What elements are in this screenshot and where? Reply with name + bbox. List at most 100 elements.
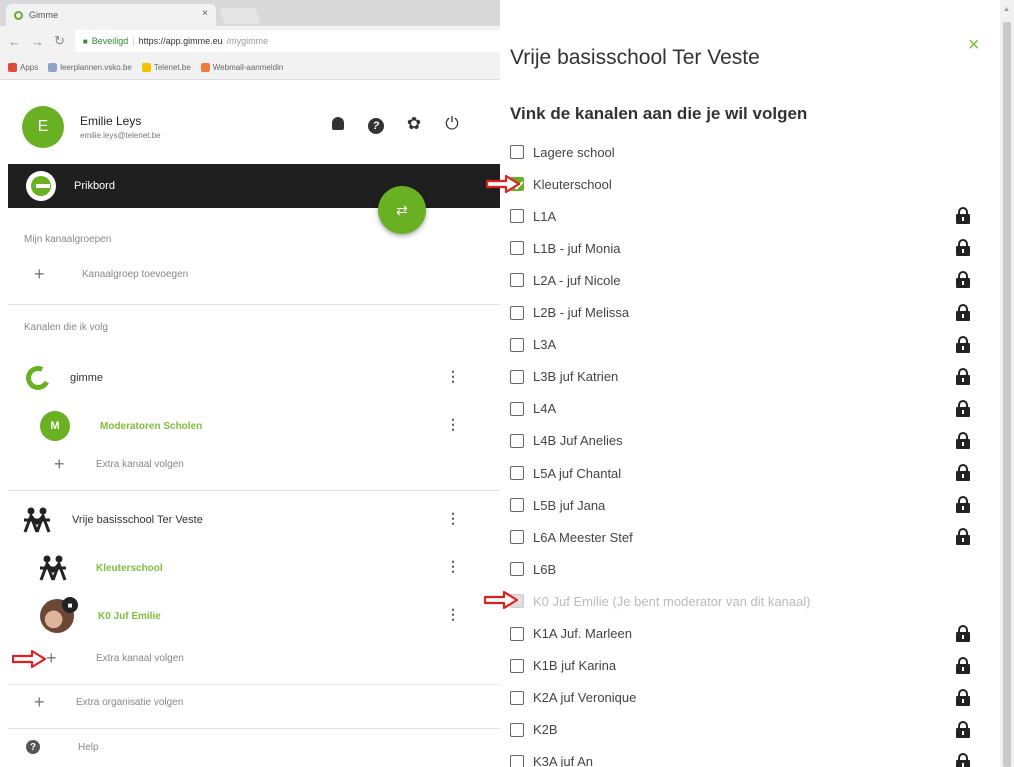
channel-checkbox-row[interactable]: L3A [510, 329, 970, 361]
checkbox[interactable] [510, 273, 524, 288]
help-link[interactable]: ? Help [26, 740, 99, 754]
padlock-icon [956, 656, 970, 674]
back-arrow-icon[interactable]: ← [8, 34, 21, 49]
red-arrow-icon [486, 175, 520, 193]
user-avatar[interactable]: E [22, 106, 64, 148]
checkbox[interactable] [510, 626, 524, 641]
extra-organisation-button[interactable]: + Extra organisatie volgen [34, 692, 183, 713]
followed-heading: Kanalen die ik volg [24, 322, 108, 333]
address-bar[interactable]: ■ Beveiligd | https://app.gimme.eu/mygim… [74, 30, 500, 52]
switch-fab-button[interactable]: ⇄ [378, 186, 426, 234]
channel-checkbox-row[interactable]: L4B Juf Anelies [510, 425, 970, 457]
channel-checkbox-row[interactable]: L4A [510, 393, 970, 425]
checkbox[interactable] [510, 305, 524, 320]
plus-icon: + [34, 264, 45, 284]
checkbox[interactable] [510, 562, 524, 577]
padlock-icon [956, 752, 970, 767]
more-options-icon[interactable]: ⋮ [446, 510, 460, 527]
extra-organisation-label: Extra organisatie volgen [76, 697, 184, 708]
more-options-icon[interactable]: ⋮ [446, 558, 460, 575]
url-path: /mygimme [226, 36, 269, 46]
channel-checkbox-row[interactable]: Kleuterschool [510, 168, 970, 200]
org-row-gimme[interactable]: gimme ⋮ [8, 358, 478, 398]
extra-channel-button[interactable]: + Extra kanaal volgen [46, 648, 184, 669]
channel-checkbox-row[interactable]: K2B [510, 714, 970, 746]
channel-label: L1A [533, 208, 557, 224]
channel-checkbox-row[interactable]: L5B juf Jana [510, 489, 970, 521]
padlock-icon [956, 239, 970, 257]
plus-icon: + [34, 692, 45, 712]
checkbox[interactable] [510, 690, 524, 705]
more-options-icon[interactable]: ⋮ [446, 368, 460, 385]
channel-checkbox-row[interactable]: L6B [510, 553, 970, 585]
extra-channel-label: Extra kanaal volgen [96, 653, 184, 664]
channel-checkbox-row[interactable]: L1B - juf Monia [510, 232, 970, 264]
channel-row-moderatoren[interactable]: M Moderatoren Scholen ⋮ [8, 406, 478, 446]
scrollbar[interactable]: ▲ [1000, 0, 1014, 767]
dialog-subtitle: Vink de kanalen aan die je wil volgen [510, 104, 808, 123]
checkbox[interactable] [510, 337, 524, 352]
gear-icon[interactable]: ✿ [404, 114, 424, 135]
bookmark-leerplannen[interactable]: leerplannen.vsko.be [48, 63, 132, 72]
more-options-icon[interactable]: ⋮ [446, 606, 460, 623]
forward-arrow-icon[interactable]: → [31, 34, 44, 49]
checkbox[interactable] [510, 401, 524, 416]
channel-checkbox-row[interactable]: L1A [510, 200, 970, 232]
channel-checkbox-row[interactable]: L2A - juf Nicole [510, 264, 970, 296]
channel-checkbox-row[interactable]: L5A juf Chantal [510, 457, 970, 489]
channel-name: Kleuterschool [96, 562, 163, 574]
browser-tab[interactable]: Gimme × [6, 4, 216, 26]
org-name: Vrije basisschool Ter Veste [72, 514, 203, 526]
org-row-ter-veste[interactable]: Vrije basisschool Ter Veste ⋮ [8, 500, 478, 540]
checkbox[interactable] [510, 754, 524, 767]
channel-label: Lagere school [533, 144, 615, 160]
channel-row-k0-juf-emilie[interactable]: ■ K0 Juf Emilie ⋮ [8, 596, 478, 636]
channel-checkbox-row[interactable]: K2A juf Veronique [510, 682, 970, 714]
user-header: E Emilie Leys emilie.leys@telenet.be ? ✿… [8, 102, 488, 152]
bookmarks-bar: Apps leerplannen.vsko.be Telenet.be Webm… [0, 56, 500, 80]
more-options-icon[interactable]: ⋮ [446, 416, 460, 433]
url-host: https://app.gimme.eu [138, 36, 223, 46]
power-icon[interactable]: ⏻ [442, 114, 462, 135]
channel-checkbox-row[interactable]: K1A Juf. Marleen [510, 618, 970, 650]
bookmark-label: leerplannen.vsko.be [60, 63, 132, 72]
checkbox[interactable] [510, 530, 524, 545]
scrollbar-thumb[interactable] [1003, 22, 1011, 767]
checkbox[interactable] [510, 369, 524, 384]
plus-icon: + [54, 454, 65, 474]
bell-icon[interactable] [328, 114, 348, 135]
checkbox[interactable] [510, 722, 524, 737]
reload-icon[interactable]: ↻ [54, 33, 65, 49]
secure-lock-icon: ■ [82, 36, 88, 46]
checkbox[interactable] [510, 241, 524, 256]
channel-label: L4B Juf Anelies [533, 433, 623, 449]
tab-close-icon[interactable]: × [202, 8, 208, 19]
checkbox[interactable] [510, 209, 524, 224]
channel-label: Kleuterschool [533, 176, 612, 192]
new-tab-button[interactable] [219, 8, 261, 24]
add-channelgroup-button[interactable]: + Kanaalgroep toevoegen [34, 264, 188, 285]
channel-checkbox-row[interactable]: Lagere school [510, 136, 970, 168]
checkbox[interactable] [510, 145, 524, 159]
close-icon[interactable]: × [968, 34, 980, 57]
channel-checkbox-row[interactable]: L3B juf Katrien [510, 361, 970, 393]
scroll-up-icon[interactable]: ▲ [1003, 6, 1010, 13]
bookmark-apps[interactable]: Apps [8, 63, 38, 72]
extra-channel-button[interactable]: + Extra kanaal volgen [54, 454, 184, 475]
bookmark-telenet[interactable]: Telenet.be [141, 63, 191, 72]
checkbox[interactable] [510, 466, 524, 480]
prikbord-item[interactable]: Prikbord [8, 164, 500, 208]
gimme-logo-icon [26, 171, 56, 201]
channel-checkbox-row[interactable]: K1B juf Karina [510, 650, 970, 682]
bookmark-webmail[interactable]: Webmail-aanmeldin [200, 63, 283, 72]
channel-row-kleuterschool[interactable]: Kleuterschool ⋮ [8, 548, 478, 588]
help-icon[interactable]: ? [366, 114, 386, 135]
browser-tabstrip: Gimme × [0, 0, 500, 26]
channel-checkbox-row[interactable]: L6A Meester Stef [510, 521, 970, 553]
channel-name: K0 Juf Emilie [98, 610, 161, 622]
checkbox[interactable] [510, 433, 524, 448]
channel-checkbox-row[interactable]: K3A juf An [510, 746, 970, 767]
channel-checkbox-row[interactable]: L2B - juf Melissa [510, 297, 970, 329]
checkbox[interactable] [510, 498, 524, 513]
checkbox[interactable] [510, 658, 524, 673]
